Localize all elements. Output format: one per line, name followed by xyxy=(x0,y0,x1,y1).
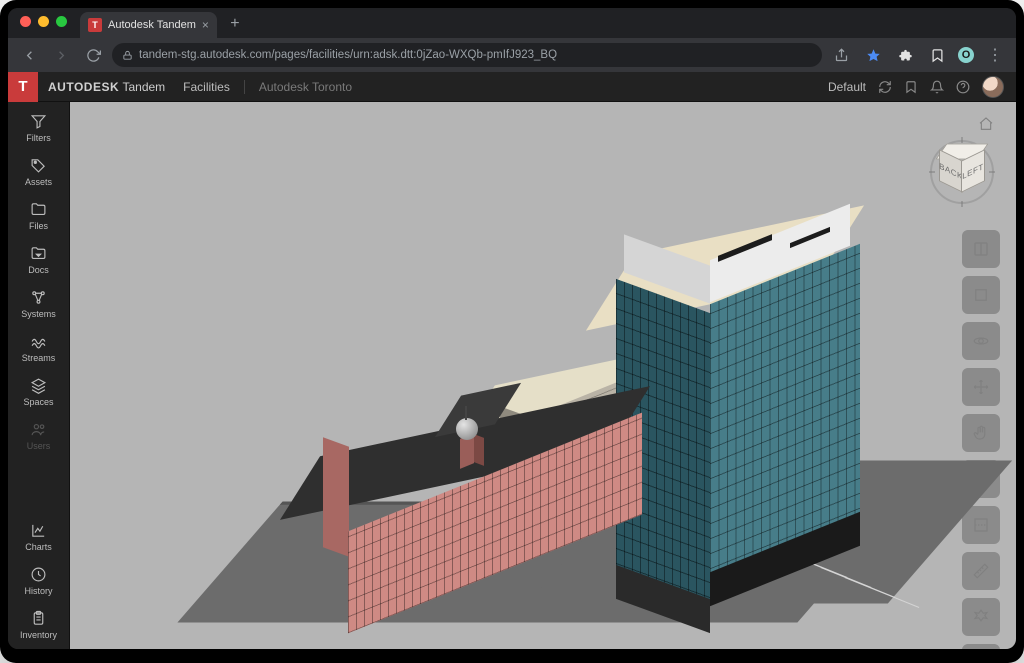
refresh-icon[interactable] xyxy=(878,80,892,94)
rail-label: Filters xyxy=(26,133,51,143)
browser-menu-icon[interactable]: ⋮ xyxy=(982,42,1008,68)
brand-tile-icon[interactable]: T xyxy=(8,72,38,102)
facility-name[interactable]: Autodesk Toronto xyxy=(259,80,352,94)
brand-name-strong: AUTODESK xyxy=(48,80,119,94)
rail-label: Users xyxy=(27,441,51,451)
rail-history[interactable]: History xyxy=(12,561,66,601)
browser-tab[interactable]: T Autodesk Tandem × xyxy=(80,12,217,38)
maximize-window-icon[interactable] xyxy=(56,16,67,27)
browser-address-bar: tandem-stg.autodesk.com/pages/facilities… xyxy=(8,38,1016,72)
rail-filters[interactable]: Filters xyxy=(12,108,66,148)
rail-users: Users xyxy=(12,416,66,456)
url-actions xyxy=(828,42,886,68)
app-body: Filters Assets Files Docs Systems xyxy=(8,102,1016,649)
wave-icon xyxy=(30,333,47,350)
nav-forward-icon[interactable] xyxy=(48,42,74,68)
browser-tab-strip: T Autodesk Tandem × + xyxy=(8,8,1016,38)
rail-spaces[interactable]: Spaces xyxy=(12,372,66,412)
tab-title: Autodesk Tandem xyxy=(108,19,196,31)
rail-label: History xyxy=(24,586,52,596)
url-field[interactable]: tandem-stg.autodesk.com/pages/facilities… xyxy=(112,43,822,67)
left-rail: Filters Assets Files Docs Systems xyxy=(8,102,70,649)
bookmark-icon[interactable] xyxy=(924,42,950,68)
new-tab-button[interactable]: + xyxy=(223,12,247,36)
share-icon[interactable] xyxy=(828,42,854,68)
rail-label: Systems xyxy=(21,309,56,319)
model-viewport[interactable]: BACK LEFT xyxy=(70,102,1016,649)
rail-systems[interactable]: Systems xyxy=(12,284,66,324)
building-model xyxy=(70,102,1016,649)
view-preset-label[interactable]: Default xyxy=(828,80,866,94)
bookmark-header-icon[interactable] xyxy=(904,80,918,94)
window-controls xyxy=(20,16,67,27)
device-frame: T Autodesk Tandem × + tandem-stg.autodes… xyxy=(0,0,1024,663)
nav-back-icon[interactable] xyxy=(16,42,42,68)
brand-name: AUTODESK Tandem xyxy=(48,80,165,94)
rail-files[interactable]: Files xyxy=(12,196,66,236)
rail-label: Spaces xyxy=(23,397,53,407)
folder-icon xyxy=(30,201,47,218)
minimize-window-icon[interactable] xyxy=(38,16,49,27)
url-text: tandem-stg.autodesk.com/pages/facilities… xyxy=(139,49,557,61)
close-window-icon[interactable] xyxy=(20,16,31,27)
lock-icon xyxy=(122,50,133,61)
rail-label: Inventory xyxy=(20,630,57,640)
layers-icon xyxy=(30,377,47,394)
tab-favicon-icon: T xyxy=(88,18,102,32)
rail-label: Files xyxy=(29,221,48,231)
nav-facilities[interactable]: Facilities xyxy=(183,80,230,94)
funnel-icon xyxy=(30,113,47,130)
nav-reload-icon[interactable] xyxy=(80,42,106,68)
rail-label: Assets xyxy=(25,177,52,187)
help-icon[interactable] xyxy=(956,80,970,94)
rail-assets[interactable]: Assets xyxy=(12,152,66,192)
extensions-icon[interactable] xyxy=(892,42,918,68)
notifications-icon[interactable] xyxy=(930,80,944,94)
brand-product: Tandem xyxy=(122,80,165,94)
doc-folder-icon xyxy=(30,245,47,262)
header-right: Default xyxy=(828,76,1004,98)
rail-inventory[interactable]: Inventory xyxy=(12,605,66,645)
users-icon xyxy=(30,421,47,438)
nodes-icon xyxy=(30,289,47,306)
rail-charts[interactable]: Charts xyxy=(12,517,66,557)
rail-label: Docs xyxy=(28,265,49,275)
separator xyxy=(244,80,245,94)
profile-avatar[interactable]: O xyxy=(956,45,976,65)
clock-icon xyxy=(30,566,47,583)
rail-streams[interactable]: Streams xyxy=(12,328,66,368)
bookmark-star-icon[interactable] xyxy=(860,42,886,68)
clipboard-icon xyxy=(30,610,47,627)
tab-close-icon[interactable]: × xyxy=(202,19,209,31)
tag-icon xyxy=(30,157,47,174)
rail-label: Streams xyxy=(22,353,56,363)
app-header: T AUTODESK Tandem Facilities Autodesk To… xyxy=(8,72,1016,102)
rail-label: Charts xyxy=(25,542,52,552)
chart-icon xyxy=(30,522,47,539)
user-avatar[interactable] xyxy=(982,76,1004,98)
screen: T Autodesk Tandem × + tandem-stg.autodes… xyxy=(8,8,1016,649)
rail-docs[interactable]: Docs xyxy=(12,240,66,280)
